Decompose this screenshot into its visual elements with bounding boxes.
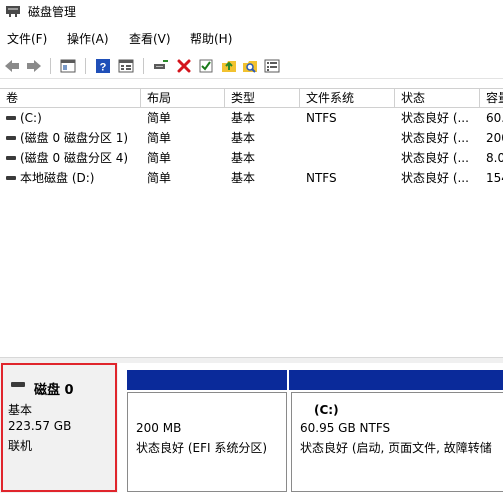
drive-icon (6, 155, 16, 160)
menu-file[interactable]: 文件(F) (7, 30, 47, 47)
back-arrow-icon (5, 60, 19, 72)
help-icon: ? (96, 59, 110, 74)
menu-view[interactable]: 查看(V) (129, 30, 171, 47)
console-tree-icon (60, 59, 76, 73)
type-cell: 基本 (231, 131, 256, 145)
partition-bar-efi (127, 370, 287, 390)
column-header-volume[interactable]: 卷 (0, 89, 141, 108)
capacity-cell: 8.0 (486, 151, 503, 165)
volume-name-cell: 本地磁盘 (D:) (0, 169, 141, 189)
list-view-button[interactable] (262, 56, 282, 76)
partition-efi[interactable]: 200 MB 状态良好 (EFI 系统分区) (127, 392, 287, 492)
disk-name: 磁盘 0 (34, 383, 74, 398)
partition-c[interactable]: (C:) 60.95 GB NTFS 状态良好 (启动, 页面文件, 故障转储 (291, 392, 503, 492)
menu-bar: 文件(F) 操作(A) 查看(V) 帮助(H) (0, 27, 503, 47)
volume-name-cell: (磁盘 0 磁盘分区 1) (0, 129, 141, 149)
capacity-cell: 60. (486, 111, 503, 125)
partition-label: (C:) (314, 403, 339, 417)
volume-list-header: 卷 布局 类型 文件系统 状态 容量 (0, 88, 503, 108)
connect-icon (154, 60, 168, 69)
forward-button[interactable] (24, 56, 44, 76)
window-title: 磁盘管理 (28, 5, 77, 19)
toolbar-separator (143, 58, 144, 74)
list-view-icon (264, 59, 280, 73)
column-header-layout[interactable]: 布局 (141, 89, 225, 108)
back-button[interactable] (2, 56, 22, 76)
layout-cell: 简单 (147, 111, 172, 125)
partition-status: 状态良好 (EFI 系统分区) (136, 441, 268, 455)
table-row[interactable]: (磁盘 0 磁盘分区 1) 简单 基本 状态良好 (... 200 (0, 129, 503, 149)
help-button[interactable]: ? (93, 56, 113, 76)
status-cell: 状态良好 (... (401, 151, 469, 165)
column-header-type[interactable]: 类型 (225, 89, 300, 108)
layout-cell: 简单 (147, 171, 172, 185)
type-cell: 基本 (231, 151, 256, 165)
show-hide-console-tree-button[interactable] (58, 56, 78, 76)
type-cell: 基本 (231, 111, 256, 125)
type-cell: 基本 (231, 171, 256, 185)
partition-size: 60.95 GB NTFS (300, 421, 391, 435)
toolbar-separator (85, 58, 86, 74)
disk-size: 223.57 GB (8, 419, 72, 433)
toolbar: ? (0, 53, 503, 79)
svg-text:?: ? (100, 62, 107, 74)
folder-search-icon (243, 61, 257, 73)
table-row[interactable]: 本地磁盘 (D:) 简单 基本 NTFS 状态良好 (... 154 (0, 169, 503, 189)
volume-name: (磁盘 0 磁盘分区 4) (20, 151, 129, 165)
connect-disk-button[interactable] (151, 56, 171, 76)
drive-icon (6, 115, 16, 120)
partition-bar-c (289, 370, 503, 390)
volume-name-cell: (磁盘 0 磁盘分区 4) (0, 149, 141, 169)
volume-name: (磁盘 0 磁盘分区 1) (20, 131, 129, 145)
capacity-cell: 154 (486, 171, 503, 185)
checkbox-icon (199, 59, 213, 73)
filesystem-cell: NTFS (306, 111, 337, 125)
menu-action[interactable]: 操作(A) (67, 30, 109, 47)
open-folder-button[interactable] (219, 56, 239, 76)
layout-cell: 简单 (147, 151, 172, 165)
status-cell: 状态良好 (... (401, 171, 469, 185)
partition-status: 状态良好 (启动, 页面文件, 故障转储 (300, 441, 492, 455)
properties-button[interactable] (116, 56, 136, 76)
disk-icon (11, 382, 25, 387)
table-row[interactable]: (C:) 简单 基本 NTFS 状态良好 (... 60. (0, 109, 503, 129)
volume-name: 本地磁盘 (D:) (20, 171, 95, 185)
title-bar: 磁盘管理 (0, 0, 503, 24)
drive-icon (6, 135, 16, 140)
filesystem-cell: NTFS (306, 171, 337, 185)
disk-state: 联机 (8, 439, 33, 453)
table-row[interactable]: (磁盘 0 磁盘分区 4) 简单 基本 状态良好 (... 8.0 (0, 149, 503, 169)
folder-up-icon (222, 61, 236, 72)
volume-name: (C:) (20, 111, 42, 125)
filesystem-cell (300, 149, 395, 169)
drive-icon (6, 175, 16, 180)
filesystem-cell (300, 129, 395, 149)
partition-size: 200 MB (136, 421, 182, 435)
column-header-filesystem[interactable]: 文件系统 (300, 89, 395, 108)
layout-cell: 简单 (147, 131, 172, 145)
volume-name-cell: (C:) (0, 109, 141, 129)
properties-icon (118, 59, 134, 73)
partition-map: 200 MB 状态良好 (EFI 系统分区) (C:) 60.95 GB NTF… (127, 370, 503, 492)
status-cell: 状态良好 (... (401, 111, 469, 125)
toolbar-separator (50, 58, 51, 74)
check-button[interactable] (196, 56, 216, 76)
explore-button[interactable] (240, 56, 260, 76)
forward-arrow-icon (27, 60, 41, 72)
disk-management-icon (6, 6, 20, 17)
column-header-capacity[interactable]: 容量 (480, 89, 503, 108)
delete-x-icon (177, 59, 191, 73)
status-cell: 状态良好 (... (401, 131, 469, 145)
delete-button[interactable] (174, 56, 194, 76)
disk-0-info-panel[interactable]: 磁盘 0 基本 223.57 GB 联机 (0, 363, 118, 493)
column-header-status[interactable]: 状态 (395, 89, 480, 108)
menu-help[interactable]: 帮助(H) (190, 30, 232, 47)
disk-type: 基本 (8, 403, 33, 417)
capacity-cell: 200 (486, 131, 503, 145)
